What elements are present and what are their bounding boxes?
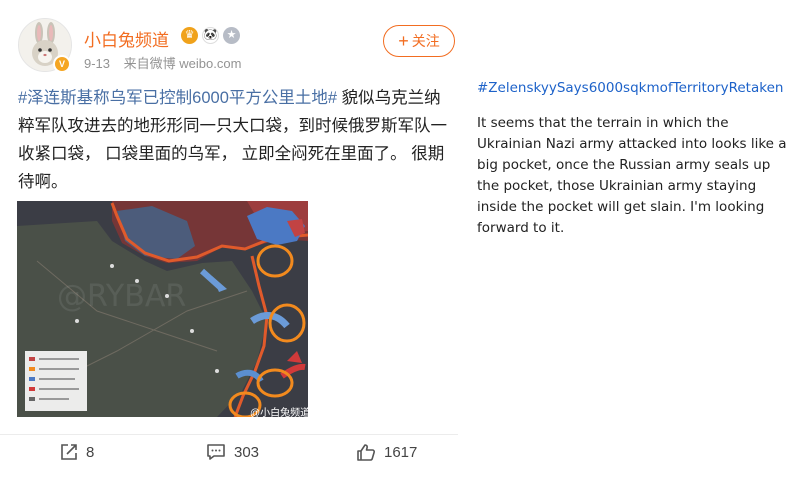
follow-button[interactable]: + 关注: [383, 25, 455, 57]
comment-icon: [207, 444, 225, 460]
verified-badge-icon: V: [53, 55, 71, 73]
weibo-post: V 小白兔频道 ♛ 🐼 ★ 9-13 来自微博 weibo.com + 关注 #…: [0, 0, 470, 479]
svg-text:@RYBAR: @RYBAR: [57, 279, 186, 314]
post-text: #泽连斯基称乌军已控制6000平方公里土地# 貌似乌克兰纳粹军队攻进去的地形形同…: [18, 84, 450, 196]
post-source: 来自微博 weibo.com: [123, 56, 242, 71]
share-icon: [61, 444, 77, 460]
post-meta: 9-13 来自微博 weibo.com: [84, 53, 251, 72]
share-count: 8: [86, 443, 95, 461]
english-translation: It seems that the terrain in which the U…: [477, 115, 787, 236]
post-hashtag[interactable]: #泽连斯基称乌军已控制6000平方公里土地#: [18, 89, 337, 107]
username[interactable]: 小白兔频道: [84, 26, 169, 51]
comment-count: 303: [234, 443, 260, 461]
like-count: 1617: [384, 444, 418, 461]
share-button[interactable]: 8: [60, 443, 94, 461]
translation-panel: #ZelenskyySays6000sqkmofTerritoryRetaken…: [477, 80, 795, 239]
like-icon: [357, 444, 376, 461]
medal-badge-icon: ★: [223, 27, 240, 44]
panda-badge-icon: 🐼: [202, 27, 219, 44]
image-watermark: @小白兔频道: [250, 408, 311, 419]
action-bar: 8 303 1617: [0, 435, 458, 475]
comment-button[interactable]: 303: [206, 443, 259, 461]
user-badges: ♛ 🐼 ★: [181, 27, 240, 44]
follow-label: 关注: [411, 33, 440, 49]
like-button[interactable]: 1617: [356, 443, 417, 462]
frontline-map-image: @RYBAR: [17, 201, 308, 417]
plus-icon: +: [398, 31, 409, 51]
post-date[interactable]: 9-13: [84, 56, 110, 71]
crown-badge-icon: ♛: [181, 27, 198, 44]
post-image-map[interactable]: @RYBAR: [17, 201, 308, 417]
english-hashtag[interactable]: #ZelenskyySays6000sqkmofTerritoryRetaken: [477, 80, 795, 96]
